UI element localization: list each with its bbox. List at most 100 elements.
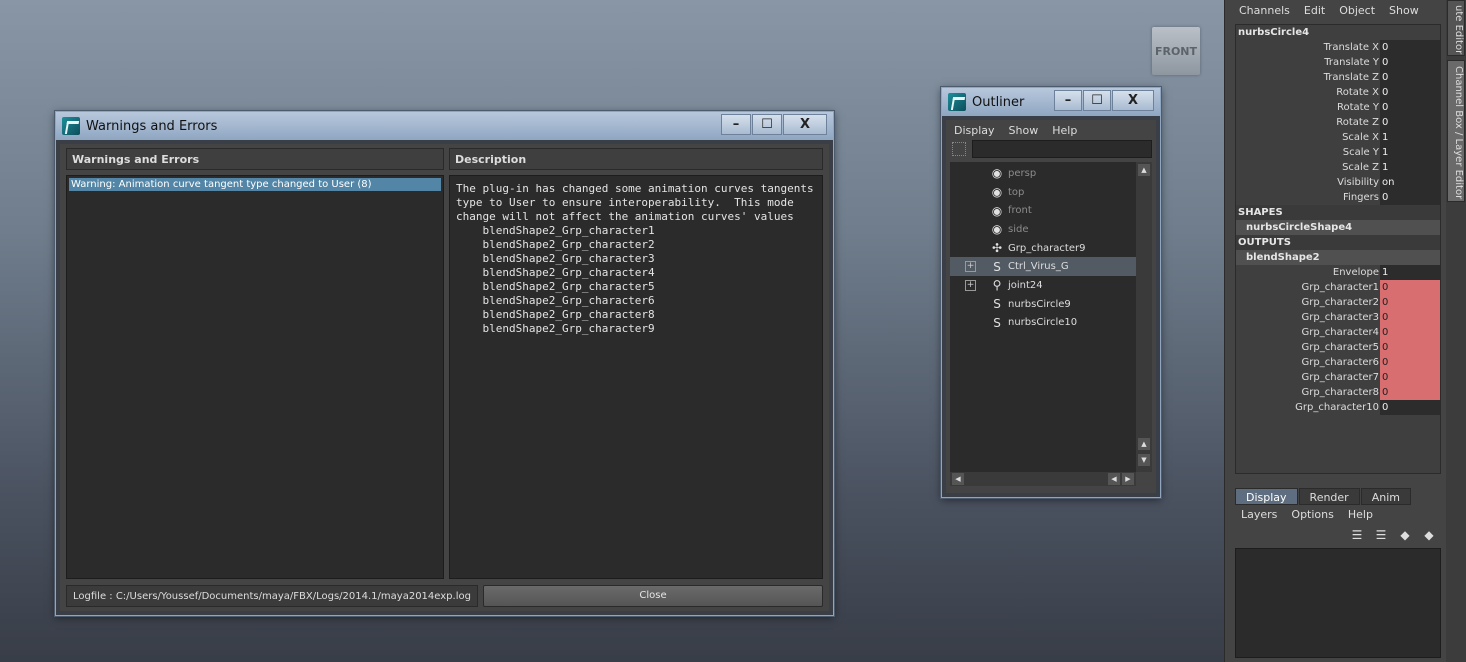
channel-value-field[interactable]: 0 [1380,370,1440,385]
channel-row[interactable]: Grp_character4 0 [1236,325,1440,340]
channel-value-field[interactable]: 0 [1380,340,1440,355]
channel-value-field[interactable]: 0 [1380,40,1440,55]
channel-row[interactable]: Scale X1 [1236,130,1440,145]
channel-value-field[interactable]: 1 [1380,160,1440,175]
channel-row[interactable]: Grp_character5 0 [1236,340,1440,355]
channel-row[interactable]: Translate Y0 [1236,55,1440,70]
layer-list[interactable] [1235,548,1441,658]
channel-value-field[interactable]: 0 [1380,70,1440,85]
channel-value-field[interactable]: 1 [1380,130,1440,145]
outliner-item[interactable]: ◉ persp [950,164,1136,183]
tab-render[interactable]: Render [1298,488,1360,505]
warnings-titlebar[interactable]: Warnings and Errors – ☐ X [56,112,833,140]
channel-menu-show[interactable]: Show [1389,4,1419,17]
maximize-button[interactable]: ☐ [1083,90,1111,111]
channel-row[interactable]: Visibility on [1236,175,1440,190]
outliner-item[interactable]: SnurbsCircle10 [950,314,1136,333]
output-node-name[interactable]: blendShape2 [1236,250,1440,265]
new-layer-selected-icon[interactable]: ◆ [1421,528,1437,542]
close-window-button[interactable]: X [783,114,827,135]
channel-name[interactable]: Grp_character3 [1236,310,1380,325]
expand-toggle-icon[interactable]: + [965,261,976,273]
channel-value-field[interactable]: 0 [1380,355,1440,370]
channel-name[interactable]: Grp_character8 [1236,385,1380,400]
shape-node-name[interactable]: nurbsCircleShape4 [1236,220,1440,235]
filter-icon[interactable] [952,142,966,156]
channel-row[interactable]: Grp_character6 0 [1236,355,1440,370]
scroll-up-arrow[interactable]: ▲ [1138,164,1150,176]
channel-name[interactable]: Grp_character6 [1236,355,1380,370]
channel-name[interactable]: Grp_character7 [1236,370,1380,385]
outliner-item[interactable]: SnurbsCircle9 [950,295,1136,314]
tab-display[interactable]: Display [1235,488,1298,505]
channel-value-field[interactable]: 0 [1380,190,1440,205]
channel-row[interactable]: Grp_character1 0 [1236,280,1440,295]
outliner-vscrollbar[interactable]: ▲ ▲ ▼ [1136,162,1152,472]
channel-row[interactable]: Grp_character3 0 [1236,310,1440,325]
channel-row[interactable]: Envelope 1 [1236,265,1440,280]
scroll-right-arrow[interactable]: ▶ [1122,473,1134,485]
outliner-item[interactable]: ◉ top [950,183,1136,202]
expand-toggle-icon[interactable]: + [965,279,976,291]
channel-row[interactable]: Grp_character10 0 [1236,400,1440,415]
outliner-item[interactable]: ✣ Grp_character9 [950,239,1136,258]
channel-name[interactable]: Grp_character4 [1236,325,1380,340]
channel-name[interactable]: Scale Z [1236,160,1380,175]
move-layer-down-icon[interactable]: ☰ [1373,528,1389,542]
channel-name[interactable]: Translate Y [1236,55,1380,70]
channel-row[interactable]: Grp_character2 0 [1236,295,1440,310]
channel-value-field[interactable]: 0 [1380,310,1440,325]
scroll-down-arrow[interactable]: ▼ [1138,454,1150,466]
outliner-hscrollbar[interactable]: ◀ ◀ ▶ [950,472,1136,486]
outliner-menu-help[interactable]: Help [1052,124,1077,137]
channel-menu-edit[interactable]: Edit [1304,4,1325,17]
warning-list-item[interactable]: Warning: Animation curve tangent type ch… [69,178,441,191]
outliner-titlebar[interactable]: Outliner – ☐ X [942,88,1160,116]
channel-name[interactable]: Fingers [1236,190,1380,205]
outliner-item[interactable]: ◉ front [950,201,1136,220]
channel-name[interactable]: Rotate Y [1236,100,1380,115]
warnings-list[interactable]: Warning: Animation curve tangent type ch… [66,175,444,579]
channel-name[interactable]: Grp_character2 [1236,295,1380,310]
channel-name[interactable]: Rotate X [1236,85,1380,100]
channel-row[interactable]: Rotate Z0 [1236,115,1440,130]
channel-value-field[interactable]: 0 [1380,385,1440,400]
channel-value-field[interactable]: 0 [1380,280,1440,295]
new-empty-layer-icon[interactable]: ◆ [1397,528,1413,542]
channel-value-field[interactable]: 0 [1380,400,1440,415]
scroll-left-arrow[interactable]: ◀ [952,473,964,485]
channel-name[interactable]: Translate X [1236,40,1380,55]
outliner-menu-show[interactable]: Show [1009,124,1039,137]
close-window-button[interactable]: X [1112,90,1154,111]
channel-name[interactable]: Envelope [1236,265,1380,280]
channel-row[interactable]: Rotate X0 [1236,85,1440,100]
layer-menu-help[interactable]: Help [1348,508,1373,521]
close-button[interactable]: Close [483,585,823,607]
maximize-button[interactable]: ☐ [752,114,782,135]
scroll-up-arrow-lower[interactable]: ▲ [1138,438,1150,450]
channel-row[interactable]: Rotate Y0 [1236,100,1440,115]
channel-row[interactable]: Translate X0 [1236,40,1440,55]
layer-menu-options[interactable]: Options [1291,508,1333,521]
channel-value-field[interactable]: 0 [1380,295,1440,310]
channel-name[interactable]: Grp_character1 [1236,280,1380,295]
channel-value-field[interactable]: on [1380,175,1440,190]
channel-name[interactable]: Grp_character10 [1236,400,1380,415]
channel-row[interactable]: Scale Z1 [1236,160,1440,175]
channel-name[interactable]: Rotate Z [1236,115,1380,130]
channel-value-field[interactable]: 0 [1380,100,1440,115]
channel-menu-channels[interactable]: Channels [1239,4,1290,17]
view-cube[interactable]: FRONT [1152,27,1200,75]
channel-row[interactable]: Fingers 0 [1236,190,1440,205]
node-name[interactable]: nurbsCircle4 [1236,25,1440,40]
channel-name[interactable]: Translate Z [1236,70,1380,85]
channel-value-field[interactable]: 0 [1380,55,1440,70]
channel-value-field[interactable]: 0 [1380,115,1440,130]
scroll-left-arrow-right[interactable]: ◀ [1108,473,1120,485]
channel-row[interactable]: Translate Z0 [1236,70,1440,85]
tab-anim[interactable]: Anim [1360,488,1411,505]
minimize-button[interactable]: – [721,114,751,135]
outliner-item[interactable]: + ⚲ joint24 [950,276,1136,295]
channel-row[interactable]: Grp_character8 0 [1236,385,1440,400]
channel-value-field[interactable]: 1 [1380,145,1440,160]
